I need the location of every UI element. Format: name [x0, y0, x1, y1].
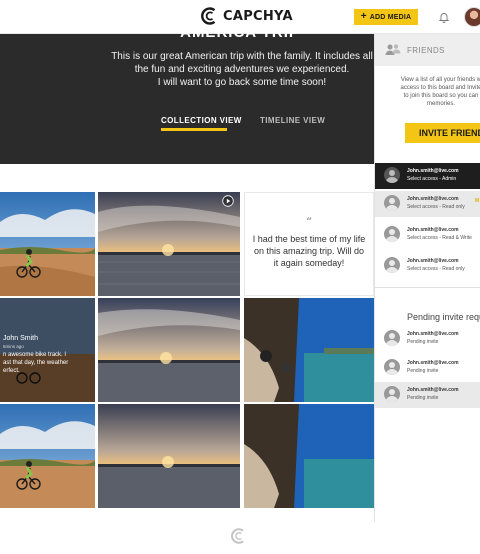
- board-description: This is our great American trip with the…: [111, 51, 373, 88]
- footer-logo-icon: [231, 528, 244, 544]
- friend-email: John.smith@live.com: [407, 360, 459, 366]
- friends-icon: [385, 44, 401, 55]
- friend-avatar: [384, 167, 400, 183]
- friend-access-select[interactable]: Select access - Read only: [407, 266, 465, 272]
- caption-author: John Smith: [3, 335, 39, 342]
- friend-row-action[interactable]: M: [475, 198, 479, 204]
- friend-avatar: [384, 226, 400, 242]
- pending-invite-row[interactable]: John.smith@live.com Pending invite: [375, 355, 480, 381]
- friend-email: John.smith@live.com: [407, 331, 459, 337]
- photo-tile-boat-canal[interactable]: [244, 404, 374, 508]
- friend-email: John.smith@live.com: [407, 387, 459, 393]
- friends-panel-description: View a list of all your friends w access…: [400, 77, 480, 107]
- friend-avatar: [384, 195, 400, 211]
- friend-email: John.smith@live.com: [407, 168, 459, 174]
- photo-tile-sunset-lake[interactable]: [98, 298, 240, 402]
- brand-name: CAPCHYA: [223, 8, 293, 24]
- pending-invite-row[interactable]: John.smith@live.com Pending invite: [375, 326, 480, 352]
- friends-panel-header: FRIENDS: [375, 34, 480, 66]
- friend-avatar: [384, 359, 400, 375]
- add-media-button[interactable]: + ADD MEDIA: [354, 9, 418, 25]
- friend-email: John.smith@live.com: [407, 196, 459, 202]
- section-divider: [375, 287, 480, 288]
- tab-collection-view[interactable]: COLLECTION VIEW: [161, 116, 242, 125]
- caption-text: n awesome bike track. I ast that day, th…: [3, 352, 69, 374]
- biker-photo: [0, 192, 95, 296]
- tab-timeline-view[interactable]: TIMELINE VIEW: [260, 116, 325, 125]
- friends-panel: FRIENDS View a list of all your friends …: [374, 34, 480, 522]
- plus-icon: +: [360, 11, 367, 22]
- friends-panel-title: FRIENDS: [407, 46, 445, 55]
- quote-icon: “: [305, 215, 313, 229]
- pending-invites-title: Pending invite requ: [407, 312, 480, 322]
- video-tile-sunset-lake[interactable]: [98, 192, 240, 296]
- friend-row[interactable]: John.smith@live.com Select access - Read…: [375, 191, 480, 217]
- play-video-icon[interactable]: [222, 195, 234, 207]
- friend-email: John.smith@live.com: [407, 258, 459, 264]
- sunset-lake-photo: [98, 192, 240, 296]
- friend-avatar: [384, 257, 400, 273]
- photo-tile-sunset-lake[interactable]: [98, 404, 240, 508]
- friend-row[interactable]: John.smith@live.com Select access - Read…: [375, 253, 480, 279]
- caption-overlay: John Smith 5mins ago n awesome bike trac…: [0, 298, 95, 402]
- pending-status: Pending invite: [407, 339, 439, 345]
- photo-tile-biker[interactable]: [0, 192, 95, 296]
- friend-avatar: [384, 386, 400, 402]
- active-tab-indicator: [161, 128, 227, 131]
- friend-avatar: [384, 330, 400, 346]
- board-page: CAPCHYA + ADD MEDIA AMERICA TRIP This is…: [0, 0, 480, 554]
- pending-status: Pending invite: [407, 395, 439, 401]
- pending-invite-row[interactable]: John.smith@live.com Pending invite: [375, 382, 480, 408]
- invite-friend-button[interactable]: INVITE FRIEND: [405, 123, 480, 143]
- capchya-logo-icon: [201, 7, 216, 25]
- add-media-label: ADD MEDIA: [369, 13, 412, 21]
- biker-photo: [0, 404, 95, 508]
- pending-status: Pending invite: [407, 368, 439, 374]
- friend-access-select[interactable]: Select access - Admin: [407, 176, 456, 182]
- quote-text: I had the best time of my life on this a…: [252, 234, 366, 268]
- friend-access-select[interactable]: Select access - Read & Write: [407, 235, 472, 241]
- caption-time: 5mins ago: [3, 344, 24, 349]
- boat-canal-photo: [244, 404, 374, 508]
- bell-icon[interactable]: [438, 11, 450, 23]
- friend-access-select[interactable]: Select access - Read only: [407, 204, 465, 210]
- quote-card[interactable]: “ I had the best time of my life on this…: [244, 192, 374, 296]
- boat-canal-photo: [244, 298, 374, 402]
- photo-tile-biker[interactable]: [0, 404, 95, 508]
- friend-email: John.smith@live.com: [407, 227, 459, 233]
- sunset-lake-photo: [98, 298, 240, 402]
- friend-row[interactable]: John.smith@live.com Select access - Admi…: [375, 163, 480, 189]
- sunset-lake-photo: [98, 404, 240, 508]
- friend-row[interactable]: John.smith@live.com Select access - Read…: [375, 222, 480, 248]
- photo-tile-boat-canal[interactable]: [244, 298, 374, 402]
